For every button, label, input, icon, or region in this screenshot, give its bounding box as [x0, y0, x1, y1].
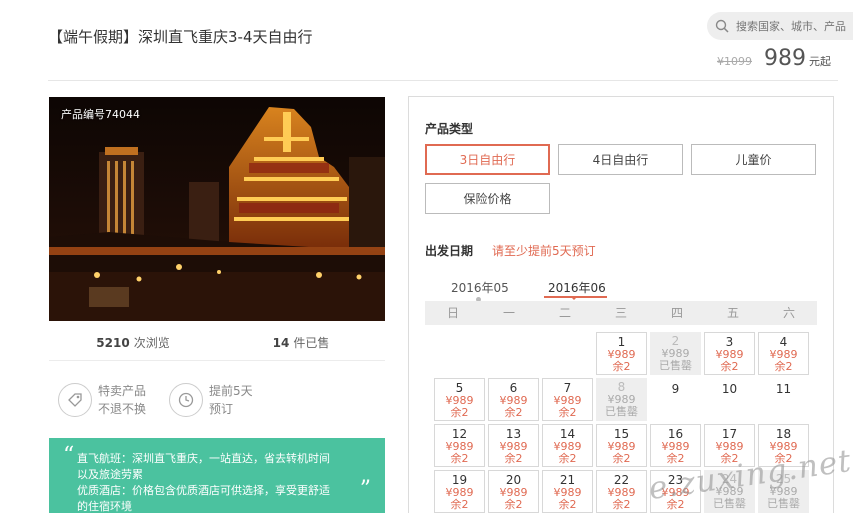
weekday-thu: 四 [670, 306, 683, 320]
calendar-day-5[interactable]: 5 ¥989 余2 [434, 378, 485, 421]
views-count: 5210 [96, 336, 130, 350]
sold-out-label: 已售罄 [605, 405, 638, 418]
sold-out-label: 已售罄 [659, 359, 692, 372]
current-price: 989 [764, 46, 806, 71]
remaining-label: 余2 [450, 452, 469, 465]
stats-divider [49, 360, 385, 361]
day-number: 10 [721, 382, 738, 396]
booking-hint: 请至少提前5天预订 [492, 244, 596, 258]
search-icon [715, 19, 729, 33]
feature-line1: 特卖产品 [98, 384, 147, 398]
month-tab-june[interactable]: 2016年06 [548, 279, 606, 296]
calendar-day-2: 2 ¥989 已售罄 [650, 332, 701, 375]
open-quote-icon: “ [63, 443, 75, 468]
weekday-mon: 一 [502, 306, 515, 320]
remaining-label: 余2 [774, 360, 793, 373]
feature-line2: 不退不换 [98, 402, 147, 416]
search-input[interactable] [736, 19, 853, 33]
calendar-day-21[interactable]: 21 ¥989 余2 [542, 470, 593, 513]
highlight-line: 直飞航班：深圳直飞重庆，一站直达，省去转机时间 [77, 452, 330, 465]
type-option-3day[interactable]: 3日自由行 [425, 144, 550, 175]
remaining-label: 余2 [612, 452, 631, 465]
calendar-day-1[interactable]: 1 ¥989 余2 [596, 332, 647, 375]
original-price: ¥1099 [717, 55, 752, 68]
remaining-label: 余2 [558, 406, 577, 419]
type-option-insurance[interactable]: 保险价格 [425, 183, 550, 214]
feature-line1: 提前5天 [209, 384, 253, 398]
calendar-day-3[interactable]: 3 ¥989 余2 [704, 332, 755, 375]
remaining-label: 余2 [504, 406, 523, 419]
clock-icon [169, 383, 203, 417]
weekday-sun: 日 [446, 306, 459, 320]
calendar-day-4[interactable]: 4 ¥989 余2 [758, 332, 809, 375]
calendar-day-22[interactable]: 22 ¥989 余2 [596, 470, 647, 513]
weekday-fri: 五 [726, 306, 739, 320]
calendar-day-12[interactable]: 12 ¥989 余2 [434, 424, 485, 467]
sold-stat: 14 件已售 [217, 334, 385, 351]
feature-special-offer: 特卖产品 不退不换 [58, 382, 146, 418]
remaining-label: 余2 [558, 452, 577, 465]
remaining-label: 余2 [450, 498, 469, 511]
product-stats: 5210 次浏览 14 件已售 [49, 334, 385, 351]
calendar-day-15[interactable]: 15 ¥989 余2 [596, 424, 647, 467]
highlights-box: “ 直飞航班：深圳直飞重庆，一站直达，省去转机时间 以及旅途劳累 优质酒店：价格… [49, 438, 385, 513]
weekday-sat: 六 [782, 306, 795, 320]
calendar-day-13[interactable]: 13 ¥989 余2 [488, 424, 539, 467]
calendar-day-11: 11 [758, 378, 809, 421]
product-photo[interactable]: 产品编号74044 [49, 97, 385, 321]
calendar-day-7[interactable]: 7 ¥989 余2 [542, 378, 593, 421]
remaining-label: 余2 [558, 498, 577, 511]
calendar-day-20[interactable]: 20 ¥989 余2 [488, 470, 539, 513]
remaining-label: 余2 [666, 452, 685, 465]
active-month-caret [570, 296, 578, 300]
weekday-header: 日 一 二 三 四 五 六 [425, 301, 817, 325]
sold-label: 件已售 [293, 336, 330, 350]
calendar-day-19[interactable]: 19 ¥989 余2 [434, 470, 485, 513]
search-box[interactable] [707, 12, 853, 40]
calendar-day-14[interactable]: 14 ¥989 余2 [542, 424, 593, 467]
weekday-tue: 二 [558, 306, 571, 320]
views-label: 次浏览 [133, 336, 170, 350]
day-number: 9 [671, 382, 680, 396]
calendar-day-8: 8 ¥989 已售罄 [596, 378, 647, 421]
sold-out-label: 已售罄 [713, 497, 746, 510]
remaining-label: 余2 [612, 498, 631, 511]
highlight-line: 优质酒店：价格包含优质酒店可供选择，享受更舒适 [77, 484, 330, 497]
type-option-4day[interactable]: 4日自由行 [558, 144, 683, 175]
calendar-day-10: 10 [704, 378, 755, 421]
remaining-label: 余2 [504, 452, 523, 465]
tag-icon [58, 383, 92, 417]
calendar-day-16[interactable]: 16 ¥989 余2 [650, 424, 701, 467]
night-city-image [49, 97, 385, 321]
remaining-label: 余2 [612, 360, 631, 373]
type-option-child[interactable]: 儿童价 [691, 144, 816, 175]
month-tab-may[interactable]: 2016年05 [451, 279, 509, 296]
price-row: ¥1099 989 元起 [717, 46, 831, 71]
close-quote-icon: ” [359, 477, 371, 502]
booking-panel: 产品类型 3日自由行 4日自由行 儿童价 保险价格 出发日期 请至少提前5天预订… [408, 96, 834, 513]
page-title: 【端午假期】深圳直飞重庆3-4天自由行 [48, 28, 313, 46]
views-stat: 5210 次浏览 [49, 334, 217, 351]
remaining-label: 余2 [720, 360, 739, 373]
highlight-line: 以及旅途劳累 [77, 468, 143, 481]
price-suffix: 元起 [809, 55, 831, 68]
day-number: 11 [775, 382, 792, 396]
remaining-label: 余2 [504, 498, 523, 511]
calendar-day-6[interactable]: 6 ¥989 余2 [488, 378, 539, 421]
weekday-wed: 三 [614, 306, 627, 320]
product-code-label: 产品编号74044 [61, 108, 140, 121]
sold-out-label: 已售罄 [767, 497, 800, 510]
calendar-day-9: 9 [650, 378, 701, 421]
product-type-label: 产品类型 [425, 122, 474, 136]
remaining-label: 余2 [450, 406, 469, 419]
feature-line2: 预订 [209, 402, 234, 416]
divider [48, 80, 838, 81]
highlight-line: 的住宿环境 [77, 500, 132, 513]
departure-date-label: 出发日期 [425, 244, 474, 258]
feature-advance-booking: 提前5天 预订 [169, 382, 253, 418]
sold-count: 14 [272, 336, 290, 350]
